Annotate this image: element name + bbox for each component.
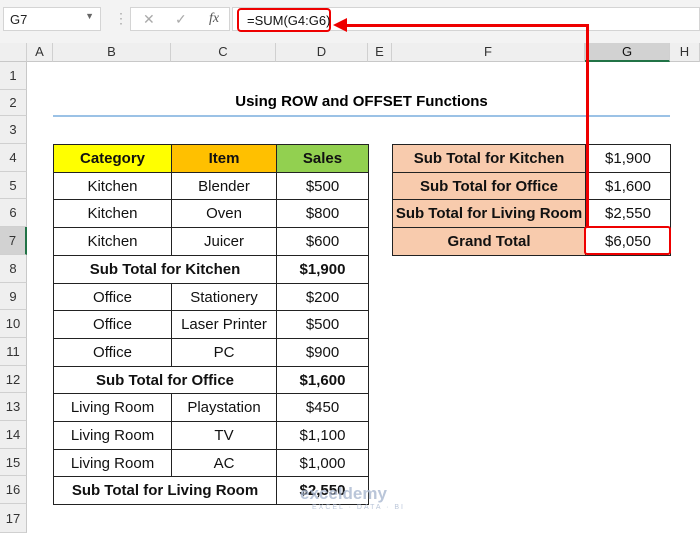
formula-input[interactable]: =SUM(G4:G6): [237, 8, 331, 32]
column-header-A[interactable]: A: [27, 43, 53, 62]
item-cell[interactable]: Laser Printer: [171, 310, 277, 339]
table-header-item[interactable]: Item: [171, 144, 277, 173]
subtotal-label[interactable]: Sub Total for Kitchen: [53, 255, 277, 284]
cancel-icon[interactable]: ✕: [143, 11, 155, 28]
fx-icon[interactable]: fx: [209, 11, 219, 27]
column-header-B[interactable]: B: [53, 43, 171, 62]
summary-value[interactable]: $2,550: [585, 199, 671, 228]
drag-handle-icon: ⋮: [114, 10, 128, 26]
formula-buttons: ✕ ✓ fx: [130, 7, 230, 31]
row-header-8[interactable]: 8: [0, 255, 27, 283]
name-box-value: G7: [10, 12, 28, 27]
row-header-4[interactable]: 4: [0, 144, 27, 172]
category-cell[interactable]: Office: [53, 283, 172, 311]
sales-cell[interactable]: $500: [276, 172, 369, 200]
row-header-2[interactable]: 2: [0, 90, 27, 116]
item-cell[interactable]: Oven: [171, 199, 277, 228]
sales-cell[interactable]: $900: [276, 338, 369, 367]
category-cell[interactable]: Office: [53, 310, 172, 339]
formula-bar: G7 ▼ ⋮ ✕ ✓ fx =SUM(G4:G6): [0, 0, 700, 43]
watermark-logo: exceldemy EXCEL · DATA · BI: [300, 484, 405, 511]
row-header-3[interactable]: 3: [0, 116, 27, 144]
row-header-9[interactable]: 9: [0, 283, 27, 310]
category-cell[interactable]: Kitchen: [53, 227, 172, 256]
summary-label[interactable]: Grand Total: [392, 227, 586, 256]
column-header-C[interactable]: C: [171, 43, 276, 62]
summary-label[interactable]: Sub Total for Kitchen: [392, 144, 586, 173]
category-cell[interactable]: Kitchen: [53, 199, 172, 228]
sales-cell[interactable]: $1,000: [276, 449, 369, 477]
category-cell[interactable]: Living Room: [53, 421, 172, 450]
row-header-10[interactable]: 10: [0, 310, 27, 338]
summary-value[interactable]: $1,600: [585, 172, 671, 200]
item-cell[interactable]: Juicer: [171, 227, 277, 256]
chevron-down-icon[interactable]: ▼: [85, 11, 94, 21]
summary-label[interactable]: Sub Total for Office: [392, 172, 586, 200]
category-cell[interactable]: Living Room: [53, 449, 172, 477]
column-header-G[interactable]: G: [585, 43, 670, 62]
item-cell[interactable]: Stationery: [171, 283, 277, 311]
row-header-6[interactable]: 6: [0, 199, 27, 227]
column-header-H[interactable]: H: [670, 43, 700, 62]
arrow-head-icon: [333, 18, 347, 32]
subtotal-label[interactable]: Sub Total for Living Room: [53, 476, 277, 505]
item-cell[interactable]: Blender: [171, 172, 277, 200]
category-cell[interactable]: Living Room: [53, 393, 172, 422]
row-header-1[interactable]: 1: [0, 62, 27, 90]
column-header-E[interactable]: E: [368, 43, 392, 62]
row-header-7[interactable]: 7: [0, 227, 27, 255]
sales-cell[interactable]: $800: [276, 199, 369, 228]
category-cell[interactable]: Office: [53, 338, 172, 367]
sheet-title: Using ROW and OFFSET Functions: [235, 93, 488, 110]
name-box[interactable]: G7 ▼: [3, 7, 101, 31]
subtotal-label[interactable]: Sub Total for Office: [53, 366, 277, 394]
item-cell[interactable]: AC: [171, 449, 277, 477]
sales-cell[interactable]: $450: [276, 393, 369, 422]
selected-cell-highlight: [584, 226, 671, 255]
title-underline: [53, 115, 670, 117]
row-header-11[interactable]: 11: [0, 338, 27, 366]
summary-label[interactable]: Sub Total for Living Room: [392, 199, 586, 228]
item-cell[interactable]: PC: [171, 338, 277, 367]
column-header-F[interactable]: F: [392, 43, 585, 62]
table-header-category[interactable]: Category: [53, 144, 172, 173]
sales-cell[interactable]: $1,100: [276, 421, 369, 450]
row-header-13[interactable]: 13: [0, 393, 27, 421]
enter-icon[interactable]: ✓: [175, 11, 187, 28]
row-header-17[interactable]: 17: [0, 504, 27, 533]
row-header-12[interactable]: 12: [0, 366, 27, 393]
sales-cell[interactable]: $600: [276, 227, 369, 256]
row-header-5[interactable]: 5: [0, 172, 27, 199]
subtotal-value[interactable]: $1,600: [276, 366, 369, 394]
row-header-16[interactable]: 16: [0, 476, 27, 504]
arrow-line-horizontal: [345, 24, 589, 27]
sales-cell[interactable]: $500: [276, 310, 369, 339]
item-cell[interactable]: TV: [171, 421, 277, 450]
sales-cell[interactable]: $200: [276, 283, 369, 311]
row-header-15[interactable]: 15: [0, 449, 27, 476]
item-cell[interactable]: Playstation: [171, 393, 277, 422]
arrow-line-vertical: [586, 24, 589, 228]
summary-value[interactable]: $1,900: [585, 144, 671, 173]
table-header-sales[interactable]: Sales: [276, 144, 369, 173]
column-header-D[interactable]: D: [276, 43, 368, 62]
subtotal-value[interactable]: $1,900: [276, 255, 369, 284]
select-all-corner[interactable]: [0, 43, 27, 62]
row-header-14[interactable]: 14: [0, 421, 27, 449]
category-cell[interactable]: Kitchen: [53, 172, 172, 200]
